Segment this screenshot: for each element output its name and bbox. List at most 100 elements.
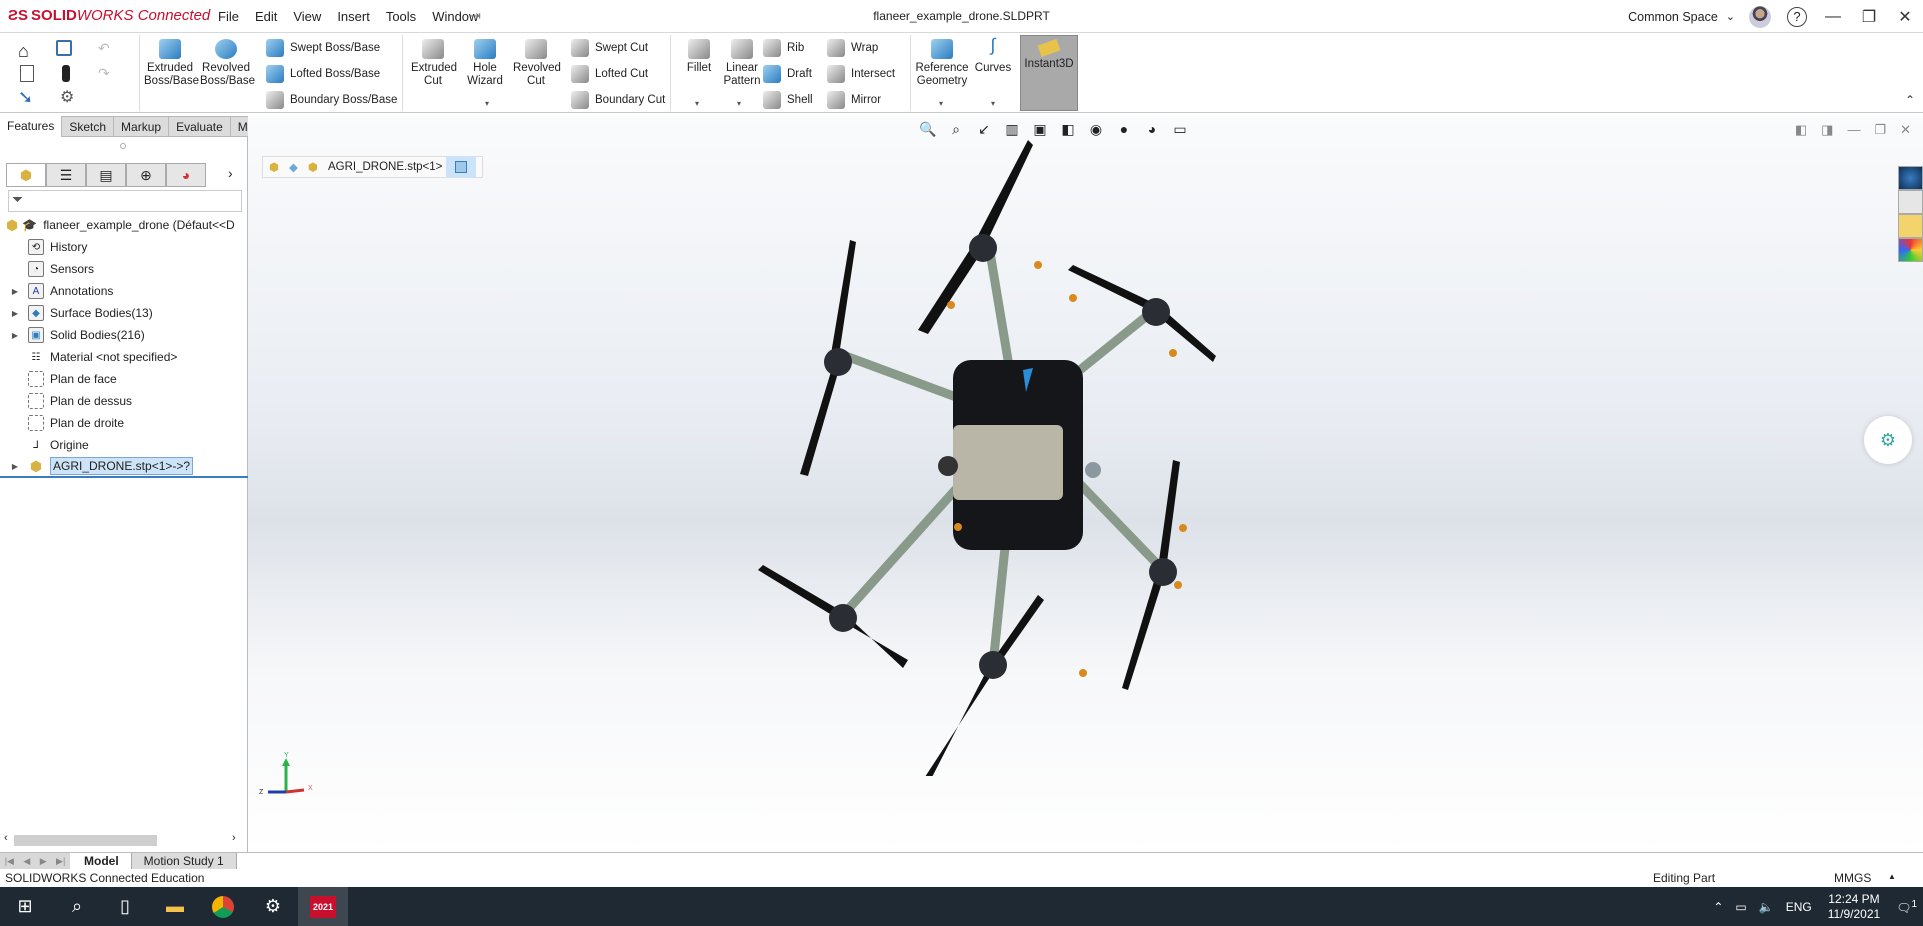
tile-left-icon[interactable]: ◧: [1795, 122, 1807, 138]
solidworks-resources-icon[interactable]: [1898, 166, 1923, 190]
home-icon[interactable]: ⌂: [18, 41, 29, 62]
display-manager-tab[interactable]: ◕: [166, 163, 206, 187]
zoom-to-fit-icon[interactable]: 🔍: [918, 120, 938, 138]
menu-tools[interactable]: Tools: [378, 9, 424, 24]
imported-part-icon[interactable]: ⬢: [308, 160, 318, 174]
lofted-cut-button[interactable]: Lofted Cut: [571, 65, 648, 83]
chrome-icon[interactable]: [198, 887, 248, 926]
breadcrumb-body-icon[interactable]: [446, 156, 477, 178]
minimize-button[interactable]: —: [1815, 0, 1851, 33]
apply-scene-icon[interactable]: ◕: [1142, 120, 1162, 138]
pin-menu-icon[interactable]: ⇥: [470, 8, 481, 24]
rebuild-icon[interactable]: [62, 65, 70, 82]
swept-boss-button[interactable]: Swept Boss/Base: [266, 39, 380, 57]
view-settings-icon[interactable]: ▭: [1170, 120, 1190, 138]
tree-item-annotations[interactable]: ▶ A Annotations: [0, 280, 248, 302]
restore-button[interactable]: ❐: [1851, 0, 1887, 33]
tab-navigation-buttons[interactable]: |◀ ◀ ▶ ▶|: [0, 853, 70, 869]
settings-gear-button[interactable]: ⚙: [1864, 416, 1912, 464]
wrap-button[interactable]: Wrap: [827, 39, 878, 57]
tab-motion-study[interactable]: Motion Study 1: [131, 853, 237, 869]
tree-item-right-plane[interactable]: Plan de droite: [0, 412, 248, 434]
collapse-ribbon-icon[interactable]: ⌃: [1905, 93, 1915, 107]
tab-features[interactable]: Features: [0, 116, 62, 137]
intersect-button[interactable]: Intersect: [827, 65, 895, 83]
solidworks-logo[interactable]: ƧS SOLIDWORKS Connected: [8, 7, 210, 24]
reference-geometry-dropdown[interactable]: ▾: [939, 99, 943, 108]
redo-icon[interactable]: ↷: [98, 65, 110, 82]
hole-wizard-dropdown[interactable]: ▾: [485, 99, 489, 108]
tree-item-top-plane[interactable]: Plan de dessus: [0, 390, 248, 412]
view-orientation-icon[interactable]: ▣: [1030, 120, 1050, 138]
select-arrow-icon[interactable]: ➘: [18, 87, 33, 108]
tree-item-solid-bodies[interactable]: ▶ ▣ Solid Bodies(216): [0, 324, 248, 346]
breadcrumb-item[interactable]: AGRI_DRONE.stp<1>: [328, 161, 442, 173]
fillet-dropdown[interactable]: ▾: [695, 99, 699, 108]
tree-item-history[interactable]: ⟲ History: [0, 236, 248, 258]
revolved-boss-button[interactable]: Revolved Boss/Base: [200, 35, 255, 88]
scrollbar-thumb[interactable]: [14, 835, 157, 846]
hide-show-items-icon[interactable]: ◉: [1086, 120, 1106, 138]
instant3d-button[interactable]: Instant3D: [1020, 35, 1078, 111]
swept-cut-button[interactable]: Swept Cut: [571, 39, 648, 57]
graphics-area[interactable]: [248, 116, 1923, 852]
property-manager-tab[interactable]: ☰: [46, 163, 86, 187]
draft-button[interactable]: Draft: [763, 65, 812, 83]
feature-manager-tab[interactable]: ⬢: [6, 163, 46, 187]
search-icon[interactable]: ⌕: [52, 887, 102, 926]
tab-model[interactable]: Model: [70, 853, 132, 869]
extruded-cut-button[interactable]: Extruded Cut: [411, 35, 457, 88]
save-icon[interactable]: [56, 40, 72, 56]
configuration-manager-tab[interactable]: ▤: [86, 163, 126, 187]
tree-root[interactable]: ⬢ 🎓 flaneer_example_drone (Défaut<<D: [0, 214, 248, 236]
scroll-right-icon[interactable]: ›: [232, 832, 236, 844]
tree-item-material[interactable]: ☷ Material <not specified>: [0, 346, 248, 368]
revolved-cut-button[interactable]: Revolved Cut: [513, 35, 561, 88]
shell-button[interactable]: Shell: [763, 91, 813, 109]
show-hidden-icons[interactable]: ⌃: [1713, 900, 1723, 914]
help-icon[interactable]: ?: [1787, 6, 1807, 27]
tree-item-sensors[interactable]: ◔ Sensors: [0, 258, 248, 280]
menu-edit[interactable]: Edit: [247, 9, 285, 24]
horizontal-scrollbar[interactable]: ‹ ›: [0, 832, 248, 848]
boundary-boss-button[interactable]: Boundary Boss/Base: [266, 91, 397, 109]
dimxpert-manager-tab[interactable]: ⊕: [126, 163, 166, 187]
tab-sketch[interactable]: Sketch: [61, 116, 115, 137]
chevron-down-icon[interactable]: ⌄: [1726, 10, 1735, 23]
solidworks-taskbar-icon[interactable]: 2021: [298, 887, 348, 926]
linear-pattern-dropdown[interactable]: ▾: [737, 99, 741, 108]
hole-wizard-button[interactable]: Hole Wizard: [463, 35, 507, 88]
tree-item-front-plane[interactable]: Plan de face: [0, 368, 248, 390]
menu-insert[interactable]: Insert: [329, 9, 378, 24]
fillet-button[interactable]: Fillet: [681, 35, 717, 75]
edit-appearance-icon[interactable]: ●: [1114, 120, 1134, 138]
chevron-right-icon[interactable]: ›: [228, 165, 233, 181]
part-icon[interactable]: ⬢: [269, 160, 279, 174]
drone-model[interactable]: [738, 136, 1498, 776]
linear-pattern-button[interactable]: Linear Pattern: [719, 35, 765, 88]
network-icon[interactable]: ▭: [1735, 900, 1746, 914]
panel-grip[interactable]: [120, 143, 126, 149]
previous-view-icon[interactable]: ↙: [974, 120, 994, 138]
menu-view[interactable]: View: [285, 9, 329, 24]
notifications-icon[interactable]: 🗨1: [1896, 899, 1917, 915]
appearances-icon[interactable]: [1898, 238, 1923, 262]
file-explorer-icon[interactable]: [1898, 214, 1923, 238]
options-gear-icon[interactable]: ⚙: [60, 87, 74, 107]
units-caret-icon[interactable]: ▲: [1888, 872, 1896, 881]
extruded-boss-button[interactable]: Extruded Boss/Base: [144, 35, 199, 88]
new-document-icon[interactable]: [20, 65, 34, 82]
boundary-cut-button[interactable]: Boundary Cut: [571, 91, 665, 109]
tree-item-agri-drone[interactable]: ▶ ⬢ AGRI_DRONE.stp<1>->?: [0, 456, 248, 478]
tab-evaluate[interactable]: Evaluate: [169, 116, 231, 137]
zoom-to-area-icon[interactable]: ⌕: [946, 120, 966, 138]
tile-right-icon[interactable]: ◨: [1821, 122, 1833, 138]
volume-icon[interactable]: 🔈: [1759, 900, 1774, 914]
doc-minimize-icon[interactable]: —: [1847, 122, 1860, 138]
curves-button[interactable]: ∫ Curves: [973, 35, 1013, 75]
language-indicator[interactable]: ENG: [1786, 900, 1812, 914]
curves-dropdown[interactable]: ▾: [991, 99, 995, 108]
scroll-left-icon[interactable]: ‹: [4, 832, 8, 844]
workspace-selector[interactable]: Common Space: [1628, 10, 1718, 24]
units-selector[interactable]: MMGS: [1834, 871, 1871, 885]
